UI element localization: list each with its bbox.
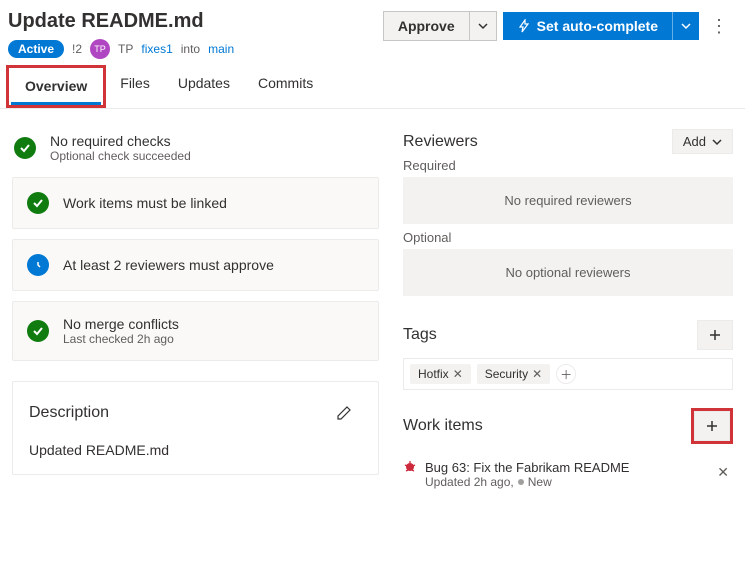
approve-button[interactable]: Approve — [383, 11, 497, 41]
close-icon[interactable]: ✕ — [453, 367, 463, 381]
description-card: Description Updated README.md — [12, 381, 379, 475]
overview-highlight: Overview — [6, 65, 106, 108]
source-branch-link[interactable]: fixes1 — [141, 42, 172, 56]
checks-list: No required checks Optional check succee… — [12, 129, 379, 361]
add-workitem-button[interactable] — [694, 411, 730, 441]
workitem-row[interactable]: Bug 63: Fix the Fabrikam README Updated … — [403, 452, 733, 497]
tab-files[interactable]: Files — [106, 67, 164, 108]
target-branch-link[interactable]: main — [208, 42, 234, 56]
check-icon — [27, 192, 49, 214]
optional-label: Optional — [403, 230, 733, 245]
check-icon — [14, 137, 36, 159]
required-label: Required — [403, 158, 733, 173]
approve-label: Approve — [384, 12, 469, 40]
tab-commits[interactable]: Commits — [244, 67, 327, 108]
add-reviewer-label: Add — [683, 134, 706, 149]
tag[interactable]: Security ✕ — [477, 364, 550, 384]
approve-chevron[interactable] — [469, 12, 496, 40]
tab-updates[interactable]: Updates — [164, 67, 244, 108]
workitem-time: Updated 2h ago, — [425, 475, 514, 489]
edit-button[interactable] — [326, 398, 362, 428]
check-title: Work items must be linked — [63, 195, 227, 211]
avatar[interactable]: TP — [90, 39, 110, 59]
add-tag-inline[interactable]: ＋ — [556, 364, 576, 384]
check-title: At least 2 reviewers must approve — [63, 257, 274, 273]
tags-heading: Tags — [403, 326, 437, 344]
workitems-heading: Work items — [403, 417, 483, 435]
check-row: No required checks Optional check succee… — [12, 129, 379, 167]
state-dot-icon — [518, 479, 524, 485]
check-title: No merge conflicts — [63, 316, 179, 332]
lightning-icon — [517, 19, 531, 33]
workitem-state: New — [528, 475, 552, 489]
tag-label: Hotfix — [418, 367, 449, 381]
into-word: into — [181, 42, 200, 56]
chevron-down-icon — [712, 137, 722, 147]
reviewers-heading: Reviewers — [403, 133, 478, 151]
check-row: No merge conflicts Last checked 2h ago — [12, 301, 379, 361]
add-tag-button[interactable] — [697, 320, 733, 350]
check-icon — [27, 320, 49, 342]
status-badge: Active — [8, 40, 64, 58]
close-icon[interactable]: ✕ — [532, 367, 542, 381]
workitem-add-highlight — [691, 408, 733, 444]
workitem-title: Bug 63: Fix the Fabrikam README — [425, 460, 629, 475]
tag-row: Hotfix ✕ Security ✕ ＋ — [403, 358, 733, 390]
set-autocomplete-button[interactable]: Set auto-complete — [503, 12, 699, 40]
check-sub: Last checked 2h ago — [63, 332, 179, 346]
author-initials: TP — [118, 42, 133, 56]
description-heading: Description — [29, 404, 109, 422]
tabs: Overview Files Updates Commits — [0, 59, 745, 109]
add-reviewer-button[interactable]: Add — [672, 129, 733, 154]
remove-workitem-button[interactable]: ✕ — [713, 460, 733, 485]
description-body: Updated README.md — [29, 442, 362, 458]
check-sub: Optional check succeeded — [50, 149, 191, 163]
pr-id: !2 — [72, 42, 82, 56]
optional-empty: No optional reviewers — [403, 249, 733, 296]
tag-label: Security — [485, 367, 528, 381]
autocomplete-label: Set auto-complete — [537, 18, 658, 34]
check-row: At least 2 reviewers must approve — [12, 239, 379, 291]
check-row: Work items must be linked — [12, 177, 379, 229]
autocomplete-chevron[interactable] — [672, 12, 699, 40]
check-title: No required checks — [50, 133, 191, 149]
tag[interactable]: Hotfix ✕ — [410, 364, 471, 384]
required-empty: No required reviewers — [403, 177, 733, 224]
clock-icon — [27, 254, 49, 276]
tab-overview[interactable]: Overview — [11, 70, 101, 105]
bug-icon — [403, 460, 417, 474]
more-actions-button[interactable]: ⋮ — [705, 10, 733, 42]
page-title: Update README.md — [8, 10, 234, 33]
